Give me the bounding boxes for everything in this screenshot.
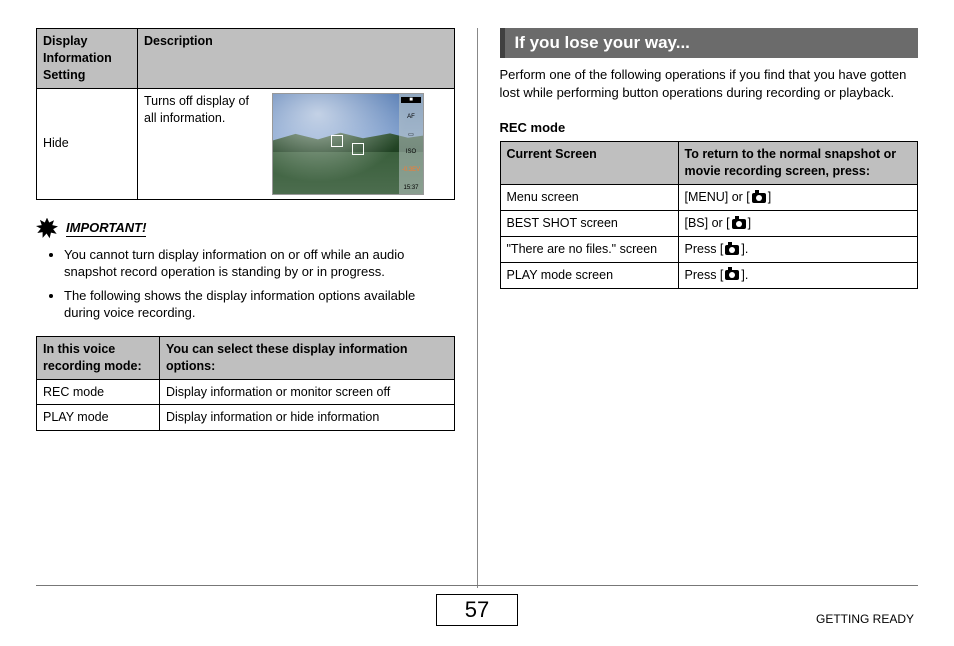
display-info-table: Display Information Setting Description … (36, 28, 455, 200)
t1-header-setting: Display Information Setting (37, 29, 138, 89)
action-suffix: ]. (741, 268, 748, 282)
action-prefix: Press [ (685, 242, 724, 256)
table-row: Menu screen [MENU] or [] (500, 185, 918, 211)
action-prefix: Press [ (685, 268, 724, 282)
t1-cell-setting: Hide (37, 88, 138, 199)
section-title-bar: If you lose your way... (500, 28, 919, 58)
action-suffix: ]. (741, 242, 748, 256)
table-row: PLAY mode Display information or hide in… (37, 405, 455, 431)
section-intro-text: Perform one of the following operations … (500, 66, 919, 102)
table-row: BEST SHOT screen [BS] or [] (500, 211, 918, 237)
osd-mid1: ▭ (399, 132, 423, 138)
t2-cell-mode: REC mode (37, 379, 160, 405)
list-item: The following shows the display informat… (64, 287, 455, 322)
camera-icon (732, 219, 746, 229)
t3-cell-action: Press []. (678, 236, 918, 262)
t3-header-screen: Current Screen (500, 142, 678, 185)
osd-top-badge: ■ (401, 97, 421, 103)
t3-cell-screen: BEST SHOT screen (500, 211, 678, 237)
rec-mode-subhead: REC mode (500, 120, 919, 135)
voice-recording-options-table: In this voice recording mode: You can se… (36, 336, 455, 432)
osd-ev: -0.3EV (399, 167, 423, 173)
t2-cell-mode: PLAY mode (37, 405, 160, 431)
osd-time: 15:37 (399, 185, 423, 191)
action-prefix: [BS] or [ (685, 216, 730, 230)
osd-iso: ISO (399, 149, 423, 155)
table-row: Hide Turns off display of all informatio… (37, 88, 455, 199)
table-row: REC mode Display information or monitor … (37, 379, 455, 405)
list-item: You cannot turn display information on o… (64, 246, 455, 281)
left-column: Display Information Setting Description … (36, 28, 477, 588)
table-row: "There are no files." screen Press []. (500, 236, 918, 262)
t3-cell-screen: "There are no files." screen (500, 236, 678, 262)
t3-cell-action: [BS] or [] (678, 211, 918, 237)
t1-header-description: Description (138, 29, 455, 89)
t3-cell-action: Press []. (678, 262, 918, 288)
t3-cell-screen: Menu screen (500, 185, 678, 211)
right-column: If you lose your way... Perform one of t… (478, 28, 919, 588)
action-suffix: ] (768, 190, 771, 204)
burst-star-icon (36, 218, 58, 240)
camera-icon (725, 270, 739, 280)
important-label: IMPORTANT! (66, 220, 146, 237)
t3-cell-screen: PLAY mode screen (500, 262, 678, 288)
rec-mode-return-table: Current Screen To return to the normal s… (500, 141, 919, 288)
t3-cell-action: [MENU] or [] (678, 185, 918, 211)
t3-header-action: To return to the normal snapshot or movi… (678, 142, 918, 185)
t1-cell-description: Turns off display of all information. ■ … (138, 88, 455, 199)
t2-cell-options: Display information or monitor screen of… (160, 379, 455, 405)
osd-af: AF (399, 114, 423, 120)
action-suffix: ] (748, 216, 751, 230)
important-bullet-list: You cannot turn display information on o… (36, 246, 455, 322)
important-heading: IMPORTANT! (36, 218, 455, 240)
page-footer: 57 GETTING READY (0, 585, 954, 626)
camera-icon (725, 245, 739, 255)
camera-preview-thumbnail: ■ AF ▭ ISO -0.3EV 15:37 (272, 93, 424, 195)
action-prefix: [MENU] or [ (685, 190, 750, 204)
page-number: 57 (436, 594, 518, 626)
camera-osd-overlay: ■ AF ▭ ISO -0.3EV 15:37 (399, 94, 423, 194)
t2-cell-options: Display information or hide information (160, 405, 455, 431)
camera-icon (752, 193, 766, 203)
footer-section-label: GETTING READY (816, 612, 914, 626)
table-row: PLAY mode screen Press []. (500, 262, 918, 288)
t2-header-options: You can select these display information… (160, 336, 455, 379)
t2-header-mode: In this voice recording mode: (37, 336, 160, 379)
t1-desc-text: Turns off display of all information. (144, 93, 264, 127)
